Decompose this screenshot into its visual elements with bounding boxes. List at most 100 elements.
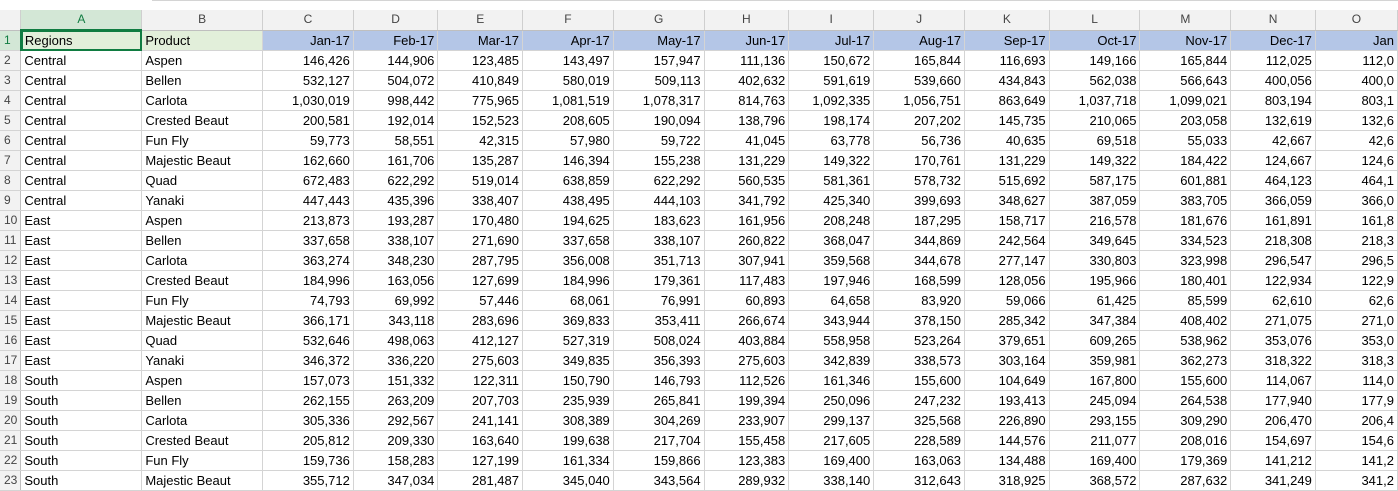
value-cell[interactable]: 260,822 (704, 230, 790, 251)
row-header[interactable]: 14 (0, 290, 22, 311)
value-cell[interactable]: 210,065 (1049, 110, 1141, 131)
value-cell[interactable]: 146,426 (262, 50, 354, 71)
value-cell[interactable]: 349,645 (1049, 230, 1141, 251)
row-header[interactable]: 5 (0, 110, 22, 131)
select-all-corner[interactable] (0, 10, 22, 31)
value-cell[interactable]: 144,576 (964, 430, 1050, 451)
header-cell[interactable]: Oct-17 (1049, 30, 1141, 51)
value-cell[interactable]: 211,077 (1049, 430, 1141, 451)
value-cell[interactable]: 199,394 (704, 390, 790, 411)
value-cell[interactable]: 169,400 (1049, 450, 1141, 471)
value-cell[interactable]: 104,649 (964, 370, 1050, 391)
value-cell[interactable]: 271,0 (1315, 310, 1398, 331)
value-cell[interactable]: 114,067 (1230, 370, 1316, 391)
value-cell[interactable]: 275,603 (437, 350, 523, 371)
column-header-f[interactable]: F (522, 10, 614, 31)
value-cell[interactable]: 161,334 (522, 450, 614, 471)
value-cell[interactable]: 111,136 (704, 50, 790, 71)
value-cell[interactable]: 218,3 (1315, 230, 1398, 251)
value-cell[interactable]: 170,761 (873, 150, 966, 171)
value-cell[interactable]: 498,063 (353, 330, 439, 351)
active-cell[interactable]: Regions (20, 30, 143, 51)
product-cell[interactable]: Fun Fly (141, 130, 264, 151)
value-cell[interactable]: 155,238 (613, 150, 705, 171)
value-cell[interactable]: 206,4 (1315, 410, 1398, 431)
value-cell[interactable]: 155,458 (704, 430, 790, 451)
value-cell[interactable]: 348,627 (964, 190, 1050, 211)
value-cell[interactable]: 199,638 (522, 430, 614, 451)
column-header-c[interactable]: C (262, 10, 354, 31)
row-header[interactable]: 20 (0, 410, 22, 431)
header-cell[interactable]: Jul-17 (788, 30, 875, 51)
value-cell[interactable]: 359,568 (788, 250, 875, 271)
value-cell[interactable]: 154,697 (1230, 430, 1316, 451)
value-cell[interactable]: 112,025 (1230, 50, 1316, 71)
value-cell[interactable]: 56,736 (873, 130, 966, 151)
region-cell[interactable]: East (20, 250, 143, 271)
value-cell[interactable]: 141,2 (1315, 450, 1398, 471)
value-cell[interactable]: 208,605 (522, 110, 614, 131)
value-cell[interactable]: 366,059 (1230, 190, 1316, 211)
value-cell[interactable]: 177,9 (1315, 390, 1398, 411)
value-cell[interactable]: 195,966 (1049, 270, 1141, 291)
column-header-b[interactable]: B (141, 10, 264, 31)
value-cell[interactable]: 192,014 (353, 110, 439, 131)
value-cell[interactable]: 184,996 (262, 270, 354, 291)
value-cell[interactable]: 209,330 (353, 430, 439, 451)
product-cell[interactable]: Aspen (141, 370, 264, 391)
region-cell[interactable]: South (20, 470, 143, 491)
value-cell[interactable]: 184,422 (1139, 150, 1232, 171)
value-cell[interactable]: 207,202 (873, 110, 966, 131)
value-cell[interactable]: 515,692 (964, 170, 1050, 191)
value-cell[interactable]: 265,841 (613, 390, 705, 411)
value-cell[interactable]: 383,705 (1139, 190, 1232, 211)
value-cell[interactable]: 57,446 (437, 290, 523, 311)
value-cell[interactable]: 338,140 (788, 470, 875, 491)
value-cell[interactable]: 124,6 (1315, 150, 1398, 171)
value-cell[interactable]: 184,996 (522, 270, 614, 291)
value-cell[interactable]: 213,873 (262, 210, 354, 231)
value-cell[interactable]: 117,483 (704, 270, 790, 291)
value-cell[interactable]: 168,599 (873, 270, 966, 291)
value-cell[interactable]: 57,980 (522, 130, 614, 151)
value-cell[interactable]: 400,056 (1230, 70, 1316, 91)
value-cell[interactable]: 349,835 (522, 350, 614, 371)
value-cell[interactable]: 207,703 (437, 390, 523, 411)
value-cell[interactable]: 1,078,317 (613, 90, 705, 111)
value-cell[interactable]: 59,773 (262, 130, 354, 151)
value-cell[interactable]: 62,610 (1230, 290, 1316, 311)
product-cell[interactable]: Majestic Beaut (141, 150, 264, 171)
value-cell[interactable]: 63,778 (788, 130, 875, 151)
value-cell[interactable]: 132,6 (1315, 110, 1398, 131)
value-cell[interactable]: 277,147 (964, 250, 1050, 271)
value-cell[interactable]: 152,523 (437, 110, 523, 131)
value-cell[interactable]: 183,623 (613, 210, 705, 231)
value-cell[interactable]: 135,287 (437, 150, 523, 171)
value-cell[interactable]: 1,056,751 (873, 90, 966, 111)
row-header[interactable]: 22 (0, 450, 22, 471)
row-header[interactable]: 9 (0, 190, 22, 211)
value-cell[interactable]: 122,9 (1315, 270, 1398, 291)
product-cell[interactable]: Yanaki (141, 190, 264, 211)
value-cell[interactable]: 114,0 (1315, 370, 1398, 391)
value-cell[interactable]: 235,939 (522, 390, 614, 411)
row-header[interactable]: 4 (0, 90, 22, 111)
value-cell[interactable]: 325,568 (873, 410, 966, 431)
value-cell[interactable]: 402,632 (704, 70, 790, 91)
row-header[interactable]: 11 (0, 230, 22, 251)
region-cell[interactable]: South (20, 450, 143, 471)
value-cell[interactable]: 304,269 (613, 410, 705, 431)
region-cell[interactable]: East (20, 230, 143, 251)
value-cell[interactable]: 338,573 (873, 350, 966, 371)
value-cell[interactable]: 149,322 (788, 150, 875, 171)
row-header[interactable]: 16 (0, 330, 22, 351)
value-cell[interactable]: 250,096 (788, 390, 875, 411)
value-cell[interactable]: 69,992 (353, 290, 439, 311)
value-cell[interactable]: 197,946 (788, 270, 875, 291)
value-cell[interactable]: 366,171 (262, 310, 354, 331)
value-cell[interactable]: 161,956 (704, 210, 790, 231)
column-header-m[interactable]: M (1139, 10, 1232, 31)
value-cell[interactable]: 177,940 (1230, 390, 1316, 411)
value-cell[interactable]: 159,866 (613, 450, 705, 471)
value-cell[interactable]: 193,413 (964, 390, 1050, 411)
